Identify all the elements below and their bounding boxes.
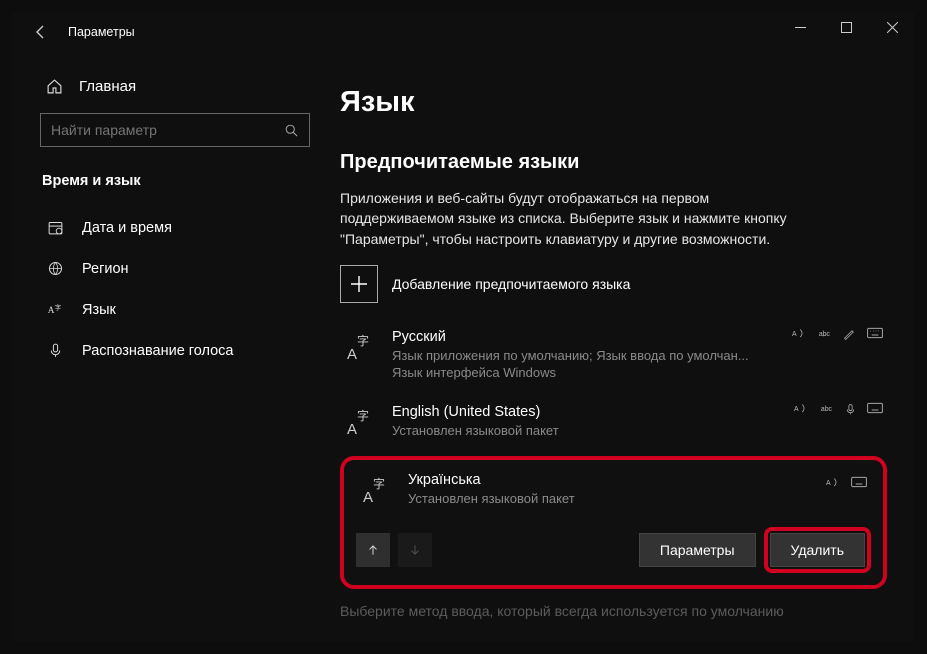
main-content: Язык Предпочитаемые языки Приложения и в…	[330, 52, 915, 642]
language-status: Установлен языковой пакет	[408, 490, 867, 508]
maximize-button[interactable]	[823, 12, 869, 42]
language-actions: Параметры Удалить	[356, 527, 871, 573]
language-badges: A abc	[794, 402, 883, 417]
svg-text:A: A	[347, 421, 357, 437]
tts-icon: A	[826, 476, 841, 491]
spellcheck-icon: abc	[819, 402, 834, 417]
sidebar-section-title: Время и язык	[12, 165, 330, 207]
language-item-ukrainian[interactable]: 字A Українська Установлен языковой пакет …	[356, 470, 871, 518]
svg-text:A: A	[363, 489, 373, 505]
close-icon	[887, 22, 898, 33]
preferred-languages-desc: Приложения и веб-сайты будут отображатьс…	[340, 188, 810, 249]
preferred-languages-title: Предпочитаемые языки	[340, 151, 887, 174]
move-down-button[interactable]	[398, 533, 432, 567]
search-box[interactable]	[40, 113, 310, 147]
minimize-button[interactable]	[777, 12, 823, 42]
delete-button-label: Удалить	[791, 542, 844, 558]
sidebar-item-language[interactable]: A字 Язык	[12, 289, 330, 330]
keyboard-icon	[851, 476, 867, 491]
keyboard-icon	[867, 402, 883, 417]
footer-hint: Выберите метод ввода, который всегда исп…	[340, 603, 887, 619]
back-button[interactable]	[26, 17, 56, 47]
delete-button[interactable]: Удалить	[770, 533, 865, 567]
add-language-row[interactable]: Добавление предпочитаемого языка	[340, 265, 887, 303]
add-language-label: Добавление предпочитаемого языка	[392, 276, 630, 292]
svg-text:A: A	[826, 479, 831, 486]
tts-icon: A	[794, 402, 809, 417]
spellcheck-icon: abc	[817, 327, 832, 342]
maximize-icon	[841, 22, 852, 33]
keyboard-icon	[867, 327, 883, 342]
arrow-down-icon	[408, 543, 422, 557]
minimize-icon	[795, 22, 806, 33]
language-item-russian[interactable]: 字A Русский Язык приложения по умолчанию;…	[340, 321, 887, 396]
svg-text:字: 字	[357, 408, 369, 423]
calendar-clock-icon	[46, 219, 64, 236]
sidebar-item-label: Регион	[82, 261, 129, 277]
titlebar: Параметры	[12, 12, 915, 52]
arrow-up-icon	[366, 543, 380, 557]
selected-language-card: 字A Українська Установлен языковой пакет …	[340, 456, 887, 590]
svg-text:字: 字	[54, 303, 60, 312]
language-badges: A abc	[792, 327, 883, 342]
move-up-button[interactable]	[356, 533, 390, 567]
close-button[interactable]	[869, 12, 915, 42]
language-status: Язык приложения по умолчанию; Язык ввода…	[392, 347, 883, 382]
search-input[interactable]	[51, 122, 284, 138]
svg-text:字: 字	[357, 333, 369, 348]
sidebar: Главная Время и язык Дата и время Регион…	[12, 52, 330, 642]
microphone-icon	[46, 342, 64, 359]
delete-highlight: Удалить	[764, 527, 871, 573]
language-char-icon: A字	[46, 301, 64, 318]
options-button-label: Параметры	[660, 542, 735, 558]
search-icon	[284, 123, 299, 138]
svg-text:A: A	[794, 406, 799, 413]
sidebar-item-speech[interactable]: Распознавание голоса	[12, 330, 330, 371]
sidebar-item-label: Дата и время	[82, 220, 172, 236]
svg-text:A: A	[792, 331, 797, 338]
language-status: Установлен языковой пакет	[392, 422, 883, 440]
globe-icon	[46, 260, 64, 277]
svg-text:A: A	[347, 346, 357, 362]
tts-icon: A	[792, 327, 807, 342]
svg-text:字: 字	[373, 476, 385, 491]
sidebar-item-region[interactable]: Регион	[12, 248, 330, 289]
sidebar-home-label: Главная	[79, 78, 136, 95]
sidebar-item-label: Язык	[82, 302, 116, 318]
arrow-left-icon	[33, 24, 49, 40]
svg-text:abc: abc	[821, 406, 833, 413]
home-icon	[46, 78, 63, 95]
window-controls	[777, 12, 915, 42]
language-name: Українська	[408, 472, 867, 488]
add-language-button[interactable]	[340, 265, 378, 303]
settings-window: Параметры Главная Время и язык Дата и вр…	[12, 12, 915, 642]
svg-text:A: A	[47, 305, 54, 315]
body: Главная Время и язык Дата и время Регион…	[12, 52, 915, 642]
sidebar-item-date-time[interactable]: Дата и время	[12, 207, 330, 248]
sidebar-item-label: Распознавание голоса	[82, 343, 234, 359]
window-title: Параметры	[68, 25, 135, 39]
svg-text:abc: abc	[819, 331, 831, 338]
language-item-english[interactable]: 字A English (United States) Установлен яз…	[340, 396, 887, 454]
language-badges: A	[826, 476, 867, 491]
handwriting-icon	[842, 327, 857, 342]
plus-icon	[349, 274, 369, 294]
language-glyph-icon: 字A	[344, 331, 376, 363]
language-glyph-icon: 字A	[344, 406, 376, 438]
language-glyph-icon: 字A	[360, 474, 392, 506]
options-button[interactable]: Параметры	[639, 533, 756, 567]
sidebar-home[interactable]: Главная	[12, 70, 330, 109]
page-title: Язык	[340, 86, 887, 119]
microphone-icon	[844, 402, 857, 417]
